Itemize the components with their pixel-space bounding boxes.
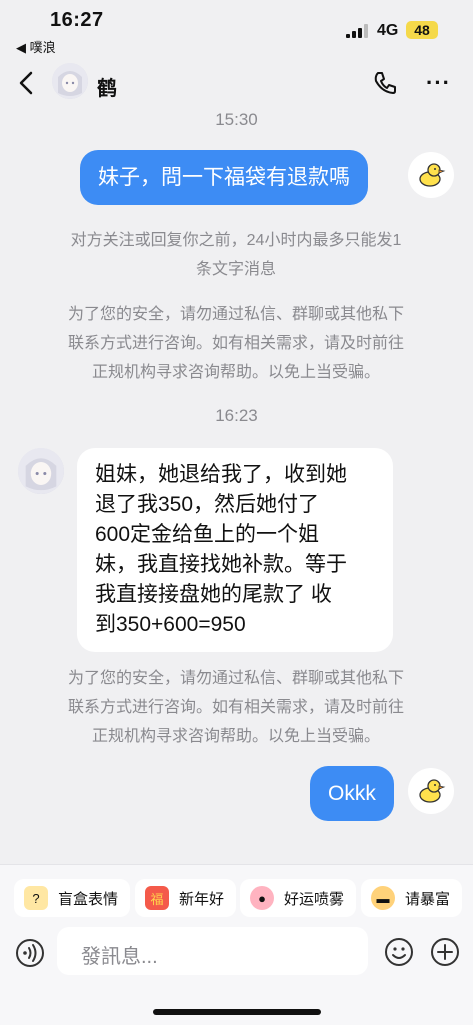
notice-line: 为了您的安全，请勿通过私信、群聊或其他私下 — [67, 306, 404, 323]
message-input[interactable]: 發訊息... — [57, 927, 368, 975]
safety-notice: 为了您的安全，请勿通过私信、群聊或其他私下 联系方式进行咨询。如有相关需求，请及… — [36, 664, 436, 751]
system-notice: 对方关注或回复你之前，24小时内最多只能发1 条文字消息 — [36, 226, 436, 284]
timestamp: 15:30 — [215, 110, 258, 129]
contact-avatar[interactable] — [18, 448, 64, 494]
anime-avatar-icon — [52, 63, 88, 99]
duck-icon — [419, 779, 446, 803]
notice-line: 联系方式进行咨询。如有相关需求，请及时前往 — [67, 699, 404, 716]
quick-reply-luck-spray[interactable]: ● 好运喷雾 — [240, 879, 357, 917]
message-line: 退了我350，然后她付了 — [95, 493, 320, 516]
quick-reply-label: 好运喷雾 — [284, 890, 345, 908]
timestamp: 16:23 — [215, 406, 258, 425]
quick-reply-label: 请暴富 — [405, 890, 451, 908]
question-box-icon: ? — [24, 886, 48, 910]
home-indicator[interactable] — [153, 1009, 321, 1015]
message-line: 600定金给鱼上的一个姐 — [95, 523, 320, 546]
contact-avatar[interactable] — [52, 63, 88, 99]
safety-notice: 为了您的安全，请勿通过私信、群聊或其他私下 联系方式进行咨询。如有相关需求，请及… — [36, 300, 436, 387]
red-envelope-icon: 福 — [145, 886, 169, 910]
quick-reply-new-year[interactable]: 福 新年好 — [135, 879, 237, 917]
message-line: 我直接接盘她的尾款了 收 — [95, 583, 332, 606]
pig-icon: ● — [250, 886, 274, 910]
notice-line: 对方关注或回复你之前，24小时内最多只能发1 — [70, 232, 402, 249]
notice-line: 正规机构寻求咨询帮助。以免上当受骗。 — [91, 364, 380, 381]
back-to-app-link[interactable]: ◀ 噗浪 — [16, 37, 56, 56]
incoming-message[interactable]: 姐妹，她退给我了，收到她 退了我350，然后她付了 600定金给鱼上的一个姐 妹… — [77, 448, 393, 652]
voice-input-icon[interactable] — [15, 938, 45, 968]
quick-reply-label: 新年好 — [179, 890, 225, 908]
signal-icon — [346, 24, 368, 38]
back-arrow-icon[interactable] — [16, 70, 38, 96]
plus-icon[interactable] — [430, 937, 460, 967]
message-line: 到350+600=950 — [95, 613, 246, 636]
quick-reply-blind-box[interactable]: ? 盲盒表情 — [14, 879, 131, 917]
quick-reply-label: 盲盒表情 — [58, 890, 119, 908]
emoji-icon[interactable] — [384, 937, 414, 967]
quick-reply-get-rich[interactable]: ▬ 请暴富 — [361, 879, 463, 917]
outgoing-message[interactable]: 妹子，問一下福袋有退款嗎 — [80, 150, 368, 205]
network-label: 4G — [377, 22, 399, 39]
anime-avatar-icon — [18, 448, 64, 494]
message-input-placeholder: 發訊息... — [81, 946, 158, 968]
message-line: 妹，我直接找她补款。等于 — [95, 553, 347, 576]
notice-line: 联系方式进行咨询。如有相关需求，请及时前往 — [67, 335, 404, 352]
my-avatar[interactable] — [408, 152, 454, 198]
message-line: 姐妹，她退给我了，收到她 — [95, 463, 347, 486]
more-options-icon[interactable]: ··· — [426, 72, 451, 94]
outgoing-message[interactable]: Okkk — [310, 766, 394, 821]
my-avatar[interactable] — [408, 768, 454, 814]
battery-indicator: 48 — [406, 21, 438, 39]
notice-line: 正规机构寻求咨询帮助。以免上当受骗。 — [91, 728, 380, 745]
sunglasses-icon: ▬ — [371, 886, 395, 910]
status-time: 16:27 — [50, 9, 104, 31]
duck-icon — [419, 163, 446, 187]
notice-line: 条文字消息 — [195, 261, 276, 278]
contact-name[interactable]: 鹤 — [97, 72, 117, 101]
phone-icon[interactable] — [372, 70, 398, 96]
notice-line: 为了您的安全，请勿通过私信、群聊或其他私下 — [67, 670, 404, 687]
